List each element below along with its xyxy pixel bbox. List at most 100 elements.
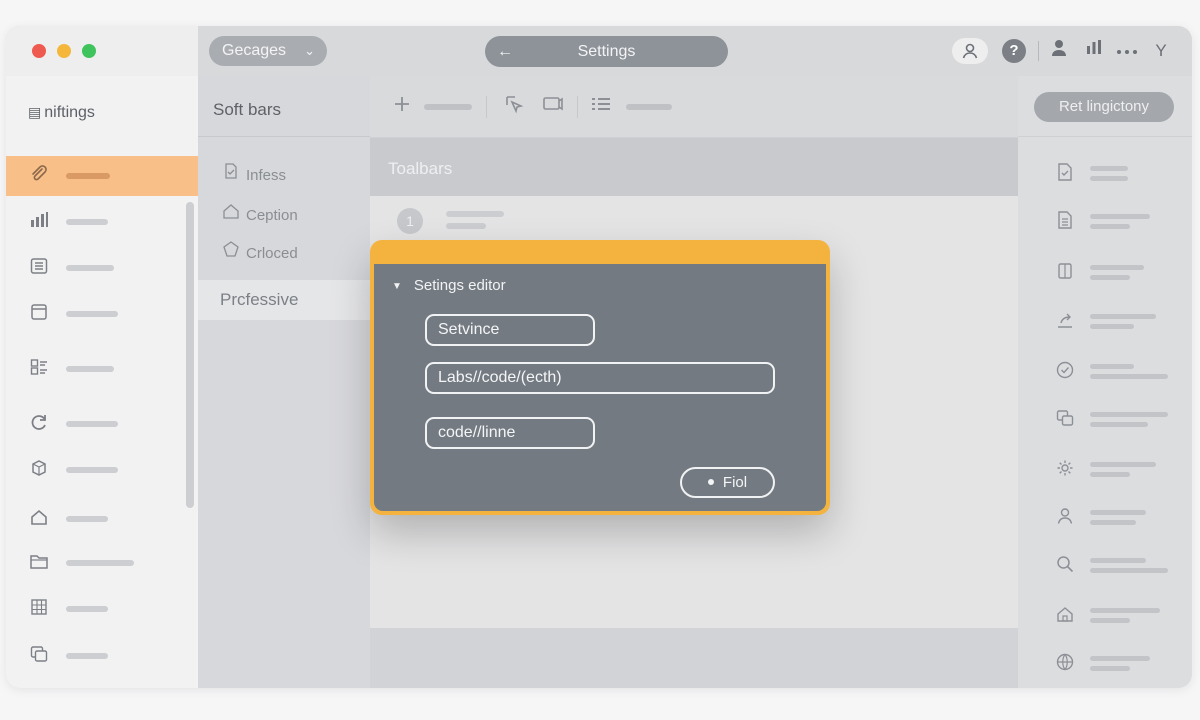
right-panel-item[interactable] [1018,546,1192,586]
sidebar-item-layers[interactable] [6,636,198,676]
sidebar-heading: ▤ niftings [28,104,95,122]
sidebar-item-placeholder [66,467,118,473]
dialog-header[interactable]: ▼ Setings editor [392,277,506,294]
folder-icon [28,551,50,573]
list-icon [28,256,50,278]
right-panel-placeholder [1090,618,1130,623]
minimize-window-button[interactable] [57,44,71,58]
right-panel-placeholder [1090,568,1168,573]
right-panel-placeholder [1090,374,1168,379]
right-panel-item[interactable] [1018,302,1192,342]
sidebar-heading-label: niftings [44,104,95,121]
secondary-nav-item-infess[interactable]: Infess [220,162,286,184]
secondary-nav-item-label: Infess [246,167,287,184]
right-panel-placeholder [1090,558,1146,563]
add-icon[interactable] [392,94,412,120]
help-button[interactable]: ? [1002,39,1026,63]
right-panel-item[interactable] [1018,154,1192,194]
checklist-icon [28,357,50,379]
right-panel-item[interactable] [1018,498,1192,538]
right-panel-placeholder [1090,656,1150,661]
person-icon [1052,40,1066,56]
right-panel-placeholder [1090,265,1144,270]
dialog-title: Setings editor [413,277,506,294]
account-button[interactable] [1049,38,1069,67]
right-panel-placeholder [1090,472,1130,477]
document-icon [220,162,242,184]
check-circle-icon [1054,360,1076,382]
sidebar-item-charts[interactable] [6,202,198,242]
right-panel: Ret lingictony [1018,76,1192,688]
bar-chart-icon [1087,40,1101,54]
y-menu-button[interactable]: Y [1151,38,1171,64]
sidebar-item-home[interactable] [6,499,198,539]
columns-icon [1054,261,1076,283]
secondary-nav-item-active[interactable]: Prcfessive [198,280,370,320]
sidebar-item-placeholder [66,653,108,659]
list-view-icon[interactable] [590,94,612,120]
workspace-dropdown[interactable]: Gecages ⌄ [209,36,327,66]
sidebar-item-attachments[interactable] [6,156,198,196]
sidebar-item-modules[interactable] [6,450,198,490]
right-panel-item[interactable] [1018,202,1192,242]
right-panel-item[interactable] [1018,253,1192,293]
right-panel-placeholder [1090,608,1160,613]
sidebar-item-grid[interactable] [6,589,198,629]
comment-icon[interactable] [542,94,564,120]
sidebar-item-placeholder [66,173,110,179]
row-placeholder [446,223,486,229]
sidebar-item-placeholder [66,606,108,612]
workspace-dropdown-label: Gecages [222,42,287,59]
secondary-nav-item-label: Ception [246,207,298,224]
paperclip-icon [28,164,50,186]
sidebar-item-placeholder [66,265,114,271]
setting-field-path[interactable]: Labs//code/(ecth) [425,362,775,394]
stats-button[interactable] [1084,38,1104,65]
right-panel-placeholder [1090,324,1134,329]
setting-field-1[interactable]: Setvince [425,314,595,346]
right-panel-action-button[interactable]: Ret lingictony [1034,92,1174,122]
right-panel-item[interactable] [1018,596,1192,636]
row-number-badge: 1 [397,208,423,234]
sidebar-item-placeholder [66,421,118,427]
refresh-icon [28,412,50,434]
secondary-nav-item-ception[interactable]: Ception [220,202,298,224]
right-panel-placeholder [1090,364,1134,369]
sidebar-item-placeholder [66,366,114,372]
secondary-nav-item-crloced[interactable]: Crloced [220,240,298,262]
right-panel-placeholder [1090,224,1130,229]
toolbar-separator [486,96,487,118]
sidebar-item-refresh[interactable] [6,404,198,444]
right-panel-item[interactable] [1018,450,1192,490]
secondary-nav-heading: Soft bars [213,100,282,119]
maximize-window-button[interactable] [82,44,96,58]
right-panel-placeholder [1090,462,1156,467]
right-panel-placeholder [1090,666,1130,671]
collapse-triangle-icon[interactable]: ▼ [392,281,402,292]
sidebar-item-folders[interactable] [6,543,198,583]
setting-field-code[interactable]: code//linne [425,417,595,449]
sidebar-item-placeholder [66,516,108,522]
bar-chart-icon [28,210,50,232]
more-options-button[interactable] [1115,38,1139,64]
right-panel-placeholder [1090,422,1148,427]
cursor-icon[interactable] [504,94,524,120]
right-panel-item[interactable] [1018,644,1192,684]
right-panel-item[interactable] [1018,352,1192,392]
sidebar-item-list[interactable] [6,248,198,288]
dialog-action-button[interactable]: Fiol [680,467,775,498]
sidebar-scrollbar[interactable] [186,202,194,508]
user-avatar-button[interactable] [952,38,988,64]
toolbar-separator [577,96,578,118]
right-panel-placeholder [1090,520,1136,525]
close-window-button[interactable] [32,44,46,58]
sidebar-item-window[interactable] [6,294,198,334]
user-icon [962,43,978,59]
cube-icon [28,458,50,480]
grid-icon [28,597,50,619]
right-panel-item[interactable] [1018,400,1192,440]
file-text-icon [1054,210,1076,232]
right-panel-placeholder [1090,314,1156,319]
sidebar-item-checklist[interactable] [6,349,198,389]
back-arrow-icon[interactable]: ← [497,36,513,67]
